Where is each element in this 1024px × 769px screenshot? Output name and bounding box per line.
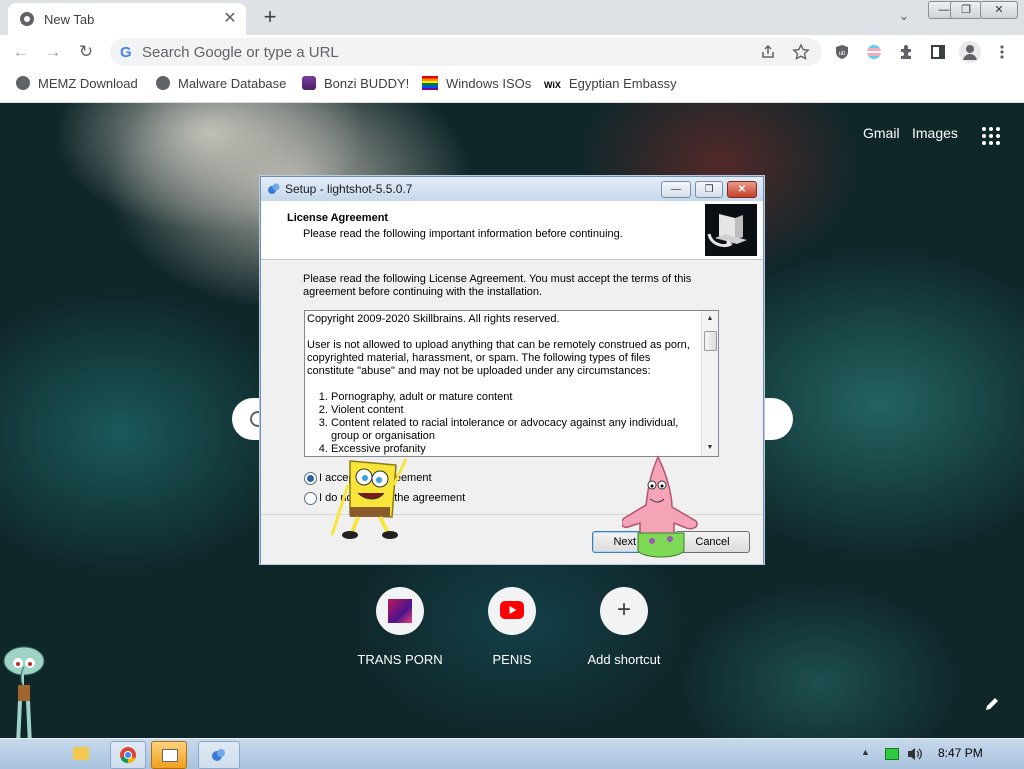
- accept-radio[interactable]: [304, 472, 317, 485]
- bookmark-bonzi-buddy[interactable]: Bonzi BUDDY!: [302, 76, 409, 94]
- dialog-titlebar[interactable]: Setup - lightshot-5.5.0.7 — ❐ ✕: [261, 177, 763, 201]
- license-intro: Please read the following License Agreem…: [303, 273, 692, 298]
- shortcut-label: Add shortcut: [587, 652, 661, 667]
- customize-pencil-icon[interactable]: [982, 696, 1002, 716]
- new-tab-button[interactable]: +: [258, 4, 282, 30]
- plus-icon: +: [616, 596, 631, 623]
- folder-icon: [73, 747, 89, 760]
- globe-icon: [156, 76, 170, 90]
- google-apps-icon[interactable]: [982, 127, 1000, 145]
- shortcut-label: TRANS PORN: [357, 652, 443, 667]
- shortcut-penis[interactable]: PENIS: [456, 587, 568, 677]
- tab-search-icon[interactable]: ⌄: [894, 8, 914, 26]
- dialog-minimize-button[interactable]: —: [661, 181, 691, 198]
- installer-logo-icon: [705, 204, 757, 256]
- license-paragraph: User is not allowed to upload anything t…: [307, 339, 690, 377]
- dialog-title: Setup - lightshot-5.5.0.7: [285, 182, 413, 196]
- tab-close-icon[interactable]: ✕: [220, 9, 240, 29]
- spongebob-sticker-icon: [330, 458, 408, 539]
- bookmark-windows-isos[interactable]: Windows ISOs: [422, 76, 531, 94]
- images-link[interactable]: Images: [912, 125, 958, 141]
- taskbar: ▲ 8:47 PM: [0, 738, 1024, 769]
- taskbar-chrome-button[interactable]: [110, 741, 146, 769]
- window-close-button[interactable]: ✕: [980, 1, 1018, 19]
- pink-thumbnail-icon: [388, 599, 412, 623]
- license-item: Content related to racial intolerance or…: [331, 417, 697, 443]
- shortcut-trans-porn[interactable]: TRANS PORN: [344, 587, 456, 677]
- forward-button[interactable]: →: [42, 42, 64, 62]
- taskbar-files-button[interactable]: [151, 741, 187, 769]
- bookmark-memz-download[interactable]: MEMZ Download: [16, 76, 138, 94]
- star-icon[interactable]: [792, 43, 810, 61]
- reload-button[interactable]: ↻: [75, 42, 97, 62]
- chrome-favicon-icon: [20, 12, 34, 26]
- tab-title: New Tab: [44, 12, 95, 27]
- bookmark-malware-database[interactable]: Malware Database: [156, 76, 286, 94]
- decline-radio[interactable]: [304, 492, 317, 505]
- share-icon[interactable]: [760, 44, 776, 60]
- shortcut-add[interactable]: + Add shortcut: [568, 587, 680, 677]
- svg-text:ub: ub: [839, 51, 846, 57]
- shortcut-label: PENIS: [492, 652, 532, 667]
- license-list: Pornography, adult or mature content Vio…: [307, 391, 697, 456]
- browser-toolbar: ← → ↻ G Search Google or type a URL ub: [0, 35, 1024, 69]
- globe-icon: [16, 76, 30, 90]
- sidepanel-icon[interactable]: [930, 44, 946, 60]
- license-item: Violent content: [331, 404, 697, 417]
- bonzi-icon: [302, 76, 316, 90]
- dialog-header: License Agreement Please read the follow…: [261, 201, 763, 260]
- taskbar-setup-button[interactable]: [198, 741, 240, 769]
- dialog-close-button[interactable]: ✕: [727, 181, 757, 198]
- license-copyright: Copyright 2009-2020 Skillbrains. All rig…: [307, 313, 560, 325]
- rainbow-flag-icon: [422, 76, 438, 90]
- scroll-up-icon[interactable]: ▲: [702, 311, 718, 327]
- omnibox-placeholder: Search Google or type a URL: [142, 44, 339, 61]
- shortcut-circle: [376, 587, 424, 635]
- volume-icon[interactable]: [906, 746, 924, 762]
- setup-icon: [212, 749, 225, 761]
- tab-strip: New Tab ✕ + ⌄ — ❐ ✕: [0, 0, 1024, 35]
- menu-icon[interactable]: [994, 44, 1010, 60]
- tray-expand-icon[interactable]: ▲: [861, 747, 870, 757]
- license-textbox[interactable]: Copyright 2009-2020 Skillbrains. All rig…: [304, 310, 719, 457]
- ublock-icon[interactable]: ub: [834, 44, 850, 60]
- dialog-subheading: Please read the following important info…: [303, 228, 623, 240]
- dialog-restore-button[interactable]: ❐: [695, 181, 723, 198]
- bookmark-egyptian-embassy[interactable]: WiX Egyptian Embassy: [544, 76, 677, 94]
- shortcut-circle: [488, 587, 536, 635]
- avatar-icon[interactable]: [959, 41, 981, 63]
- bookmarks-bar: MEMZ Download Malware Database Bonzi BUD…: [0, 69, 1024, 103]
- back-button[interactable]: ←: [10, 42, 32, 62]
- gmail-link[interactable]: Gmail: [863, 125, 900, 141]
- taskbar-explorer-button[interactable]: [64, 741, 98, 767]
- tab-new-tab[interactable]: New Tab ✕: [8, 3, 246, 35]
- license-item: Pornography, adult or mature content: [331, 391, 697, 404]
- omnibox[interactable]: G Search Google or type a URL: [110, 38, 822, 66]
- google-g-icon: G: [120, 44, 132, 61]
- profile-flag-icon[interactable]: [866, 44, 882, 60]
- patrick-sticker-icon: [622, 455, 698, 558]
- files-icon: [162, 749, 178, 762]
- setup-app-icon: [268, 183, 280, 194]
- battery-icon[interactable]: [885, 748, 899, 760]
- license-scrollbar[interactable]: ▲ ▼: [701, 311, 718, 456]
- youtube-icon: [500, 601, 524, 619]
- window-restore-button[interactable]: ❐: [950, 1, 982, 19]
- taskbar-clock[interactable]: 8:47 PM: [938, 746, 983, 760]
- scroll-thumb[interactable]: [704, 331, 717, 351]
- shortcut-circle: +: [600, 587, 648, 635]
- chrome-icon: [120, 747, 136, 764]
- scroll-down-icon[interactable]: ▼: [702, 440, 718, 456]
- dialog-heading: License Agreement: [287, 212, 389, 224]
- wix-icon: WiX: [544, 80, 561, 90]
- extensions-icon[interactable]: [898, 44, 914, 60]
